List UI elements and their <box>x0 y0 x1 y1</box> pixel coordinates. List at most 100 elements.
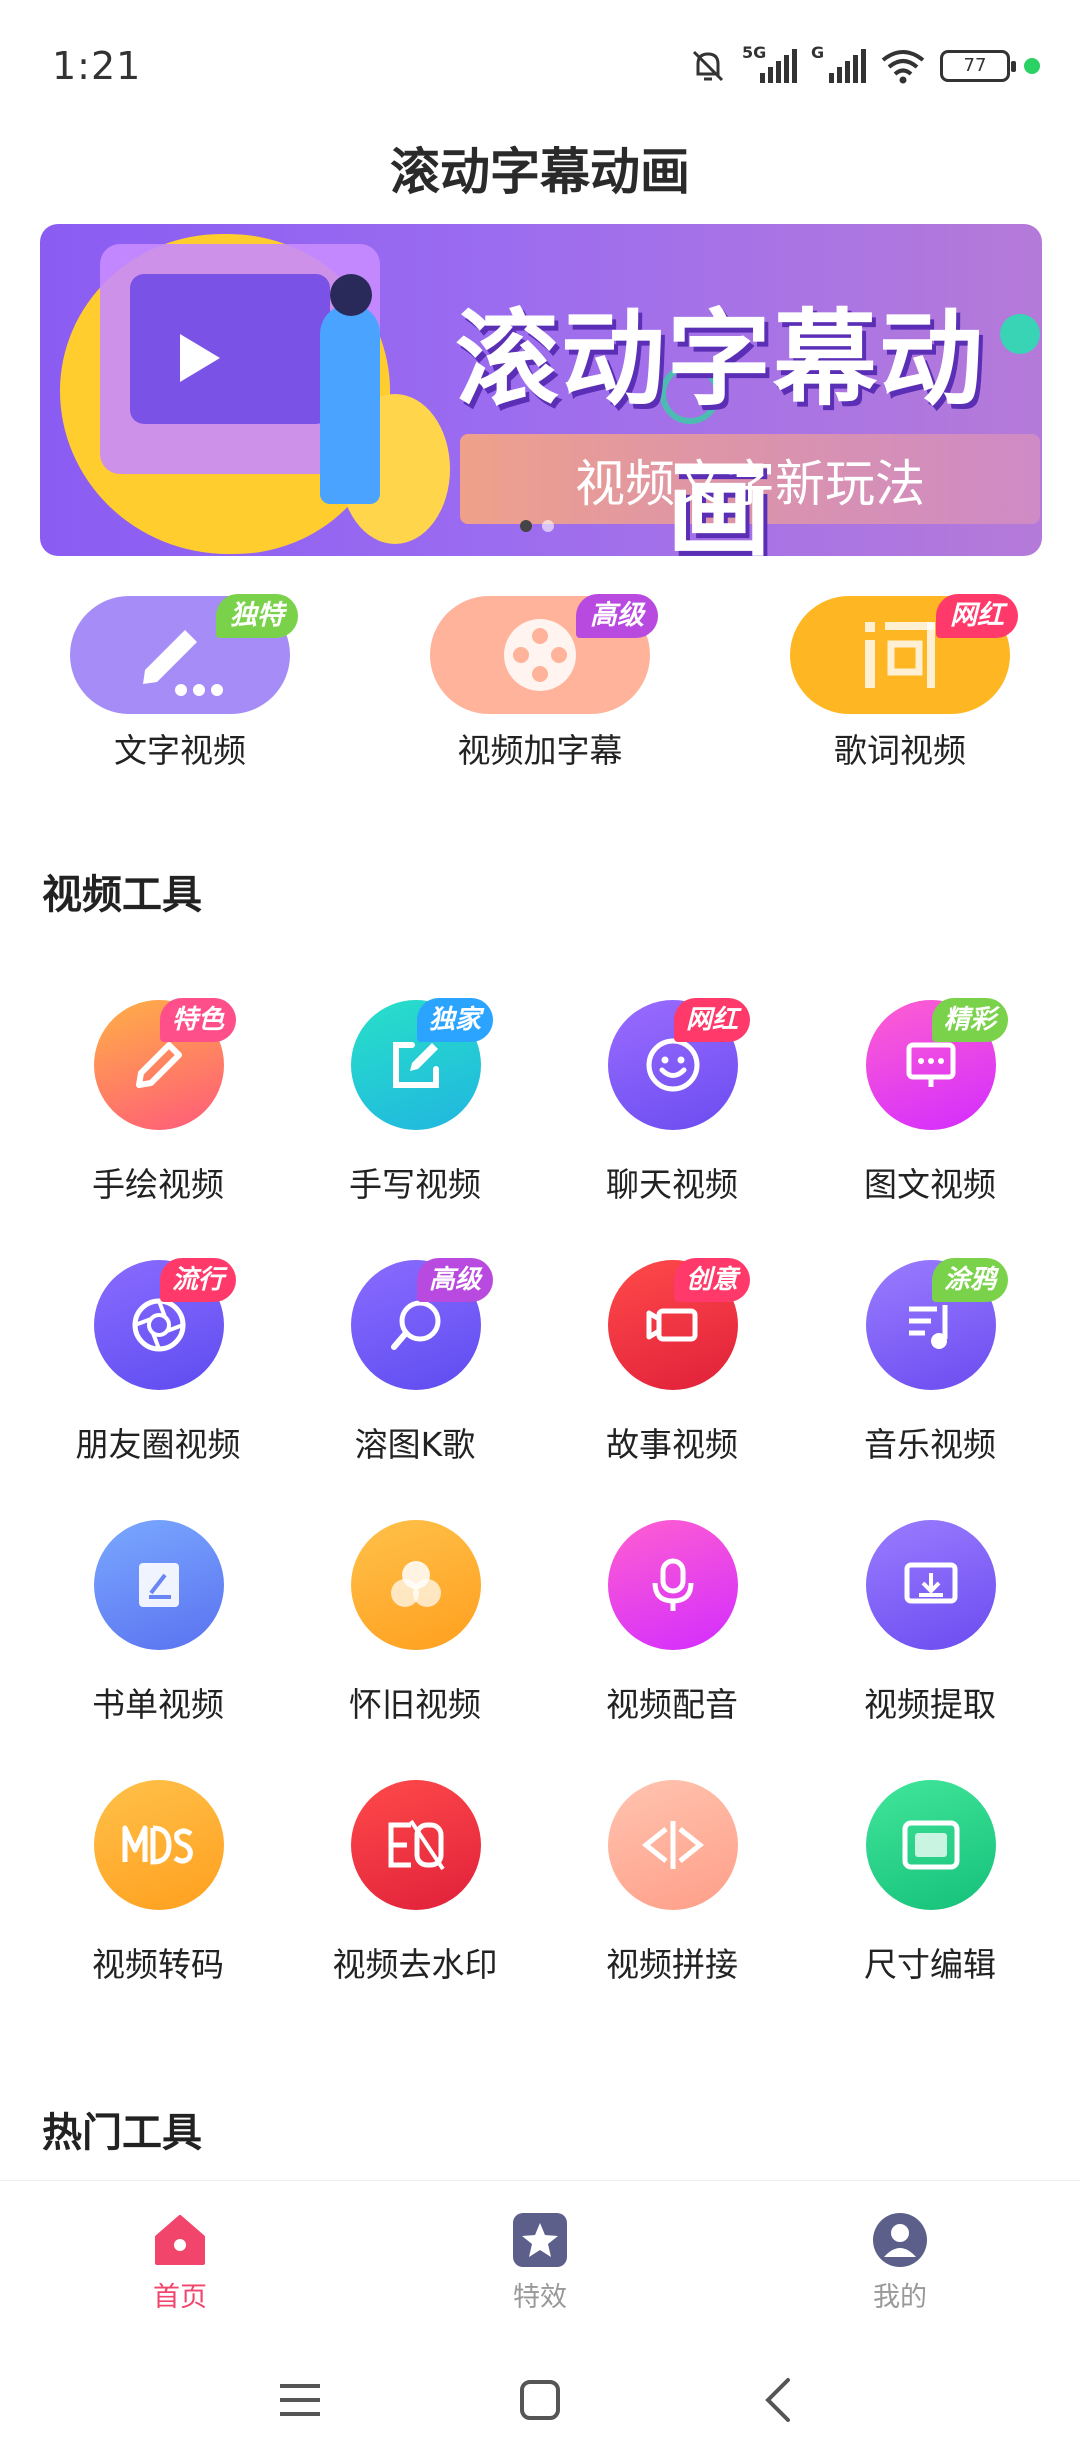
tool-label: 视频配音 <box>606 1685 738 1724</box>
tool-circle <box>608 1780 738 1910</box>
tool-tag: 流行 <box>160 1258 237 1302</box>
tool-label: 视频去水印 <box>332 1945 498 1984</box>
user-icon <box>873 2213 927 2267</box>
split-icon <box>641 1821 705 1869</box>
tool-blend-karaoke[interactable]: 高级 溶图K歌 <box>305 1258 525 1500</box>
tool-label: 朋友圈视频 <box>75 1425 241 1464</box>
circles-icon <box>391 1561 441 1607</box>
feature-row: 独特 文字视频 高级 视频加字幕 网红 歌词视频 <box>40 594 1040 786</box>
tool-remove-watermark[interactable]: 视频去水印 <box>305 1780 525 2020</box>
tool-story-video[interactable]: 创意 故事视频 <box>562 1258 782 1500</box>
tool-tag: 特色 <box>160 998 237 1042</box>
tool-label: 手绘视频 <box>92 1165 224 1204</box>
feature-tag: 网红 <box>936 594 1018 638</box>
tool-chat-video[interactable]: 网红 聊天视频 <box>562 998 782 1240</box>
section-title-hot-tools: 热门工具 <box>42 2110 202 2156</box>
banner-illustration-head <box>330 274 372 316</box>
battery-icon: 77 <box>940 50 1016 82</box>
edit-icon <box>393 1042 439 1088</box>
tool-booklist-video[interactable]: 书单视频 <box>48 1520 268 1760</box>
tab-mine[interactable]: 我的 <box>800 2211 1000 2321</box>
tool-label: 书单视频 <box>92 1685 224 1724</box>
mute-bell-icon <box>692 50 724 82</box>
slides-icon <box>906 1042 956 1087</box>
feature-lyrics-video[interactable]: 网红 歌词视频 <box>760 594 1018 786</box>
promo-banner[interactable]: 滚动字幕动画 视频文字新玩法 <box>40 224 1042 556</box>
tool-label: 视频拼接 <box>606 1945 738 1984</box>
tool-label: 视频转码 <box>92 1945 224 1984</box>
pager-dot-active <box>520 520 532 532</box>
banner-subtitle: 视频文字新玩法 <box>575 455 925 513</box>
tool-circle <box>608 1520 738 1650</box>
smile-icon <box>646 1038 700 1092</box>
tab-label: 特效 <box>513 2282 567 2313</box>
feature-video-subtitle[interactable]: 高级 视频加字幕 <box>400 594 658 786</box>
feature-text-video[interactable]: 独特 文字视频 <box>40 594 298 786</box>
tool-tag: 精彩 <box>932 998 1009 1042</box>
transcode-icon <box>122 1825 193 1865</box>
tool-video-transcode[interactable]: 视频转码 <box>48 1780 268 2020</box>
lyrics-char-icon <box>865 622 935 688</box>
feature-label: 文字视频 <box>114 731 246 770</box>
menu-icon[interactable] <box>278 2380 322 2420</box>
bottom-tab-bar: 首页 特效 我的 <box>0 2180 1080 2330</box>
tool-label: 怀旧视频 <box>349 1685 481 1724</box>
feature-label: 视频加字幕 <box>457 731 623 770</box>
status-icons: 5G G 77 <box>688 43 1040 88</box>
tool-tag: 高级 <box>417 1258 494 1302</box>
page-title: 滚动字幕动画 <box>390 143 690 201</box>
status-time: 1:21 <box>52 44 142 88</box>
banner-pager <box>520 520 554 532</box>
tool-handwriting-video[interactable]: 独家 手写视频 <box>305 998 525 1240</box>
microphone-ball-icon <box>391 1300 441 1350</box>
tool-video-extract[interactable]: 视频提取 <box>820 1520 1040 1760</box>
mic-icon <box>652 1558 694 1611</box>
tool-tag: 创意 <box>674 1258 751 1302</box>
home-square-icon[interactable] <box>518 2378 562 2422</box>
tool-circle <box>94 1780 224 1910</box>
tool-size-edit[interactable]: 尺寸编辑 <box>820 1780 1040 2020</box>
banner-illustration-person <box>320 304 380 504</box>
feature-tag: 独特 <box>216 594 298 638</box>
tab-label: 我的 <box>873 2282 927 2313</box>
tab-label: 首页 <box>153 2282 207 2313</box>
tool-image-text-video[interactable]: 精彩 图文视频 <box>820 998 1040 1240</box>
tool-video-dubbing[interactable]: 视频配音 <box>562 1520 782 1760</box>
feature-label: 歌词视频 <box>834 731 966 770</box>
tool-tag: 涂鸦 <box>932 1258 1009 1302</box>
tool-video-splice[interactable]: 视频拼接 <box>562 1780 782 2020</box>
tool-label: 聊天视频 <box>606 1165 738 1204</box>
tool-label: 尺寸编辑 <box>864 1945 996 1984</box>
status-bar: 1:21 5G G 77 <box>0 0 1080 140</box>
tool-circle <box>351 1780 481 1910</box>
tool-music-video[interactable]: 涂鸦 音乐视频 <box>820 1258 1040 1500</box>
tool-hand-drawn-video[interactable]: 特色 手绘视频 <box>48 998 268 1240</box>
tool-label: 音乐视频 <box>864 1425 996 1464</box>
download-screen-icon <box>904 1562 958 1604</box>
home-icon <box>155 2215 205 2265</box>
play-icon <box>180 334 220 382</box>
tool-label: 手写视频 <box>349 1165 481 1204</box>
frame-icon <box>902 1820 960 1870</box>
signal-g-icon: G <box>811 43 866 83</box>
tool-circle <box>94 1520 224 1650</box>
music-icon <box>909 1305 948 1349</box>
tool-circle <box>866 1780 996 1910</box>
system-nav-bar <box>0 2340 1080 2460</box>
book-icon <box>139 1563 179 1607</box>
pager-dot <box>542 520 554 532</box>
tab-home[interactable]: 首页 <box>80 2211 280 2321</box>
back-icon[interactable] <box>760 2376 796 2424</box>
tool-label: 图文视频 <box>864 1165 996 1204</box>
star-icon <box>513 2213 567 2267</box>
signal-5g-icon: 5G <box>742 43 797 83</box>
pencil-icon <box>136 1042 182 1088</box>
tool-label: 溶图K歌 <box>354 1425 476 1464</box>
tool-label: 故事视频 <box>606 1425 738 1464</box>
tab-effects[interactable]: 特效 <box>440 2211 640 2321</box>
no-watermark-icon <box>388 1819 445 1871</box>
tool-moments-video[interactable]: 流行 朋友圈视频 <box>48 1258 268 1500</box>
tool-nostalgic-video[interactable]: 怀旧视频 <box>305 1520 525 1760</box>
tool-circle <box>351 1520 481 1650</box>
section-title-video-tools: 视频工具 <box>42 872 202 918</box>
